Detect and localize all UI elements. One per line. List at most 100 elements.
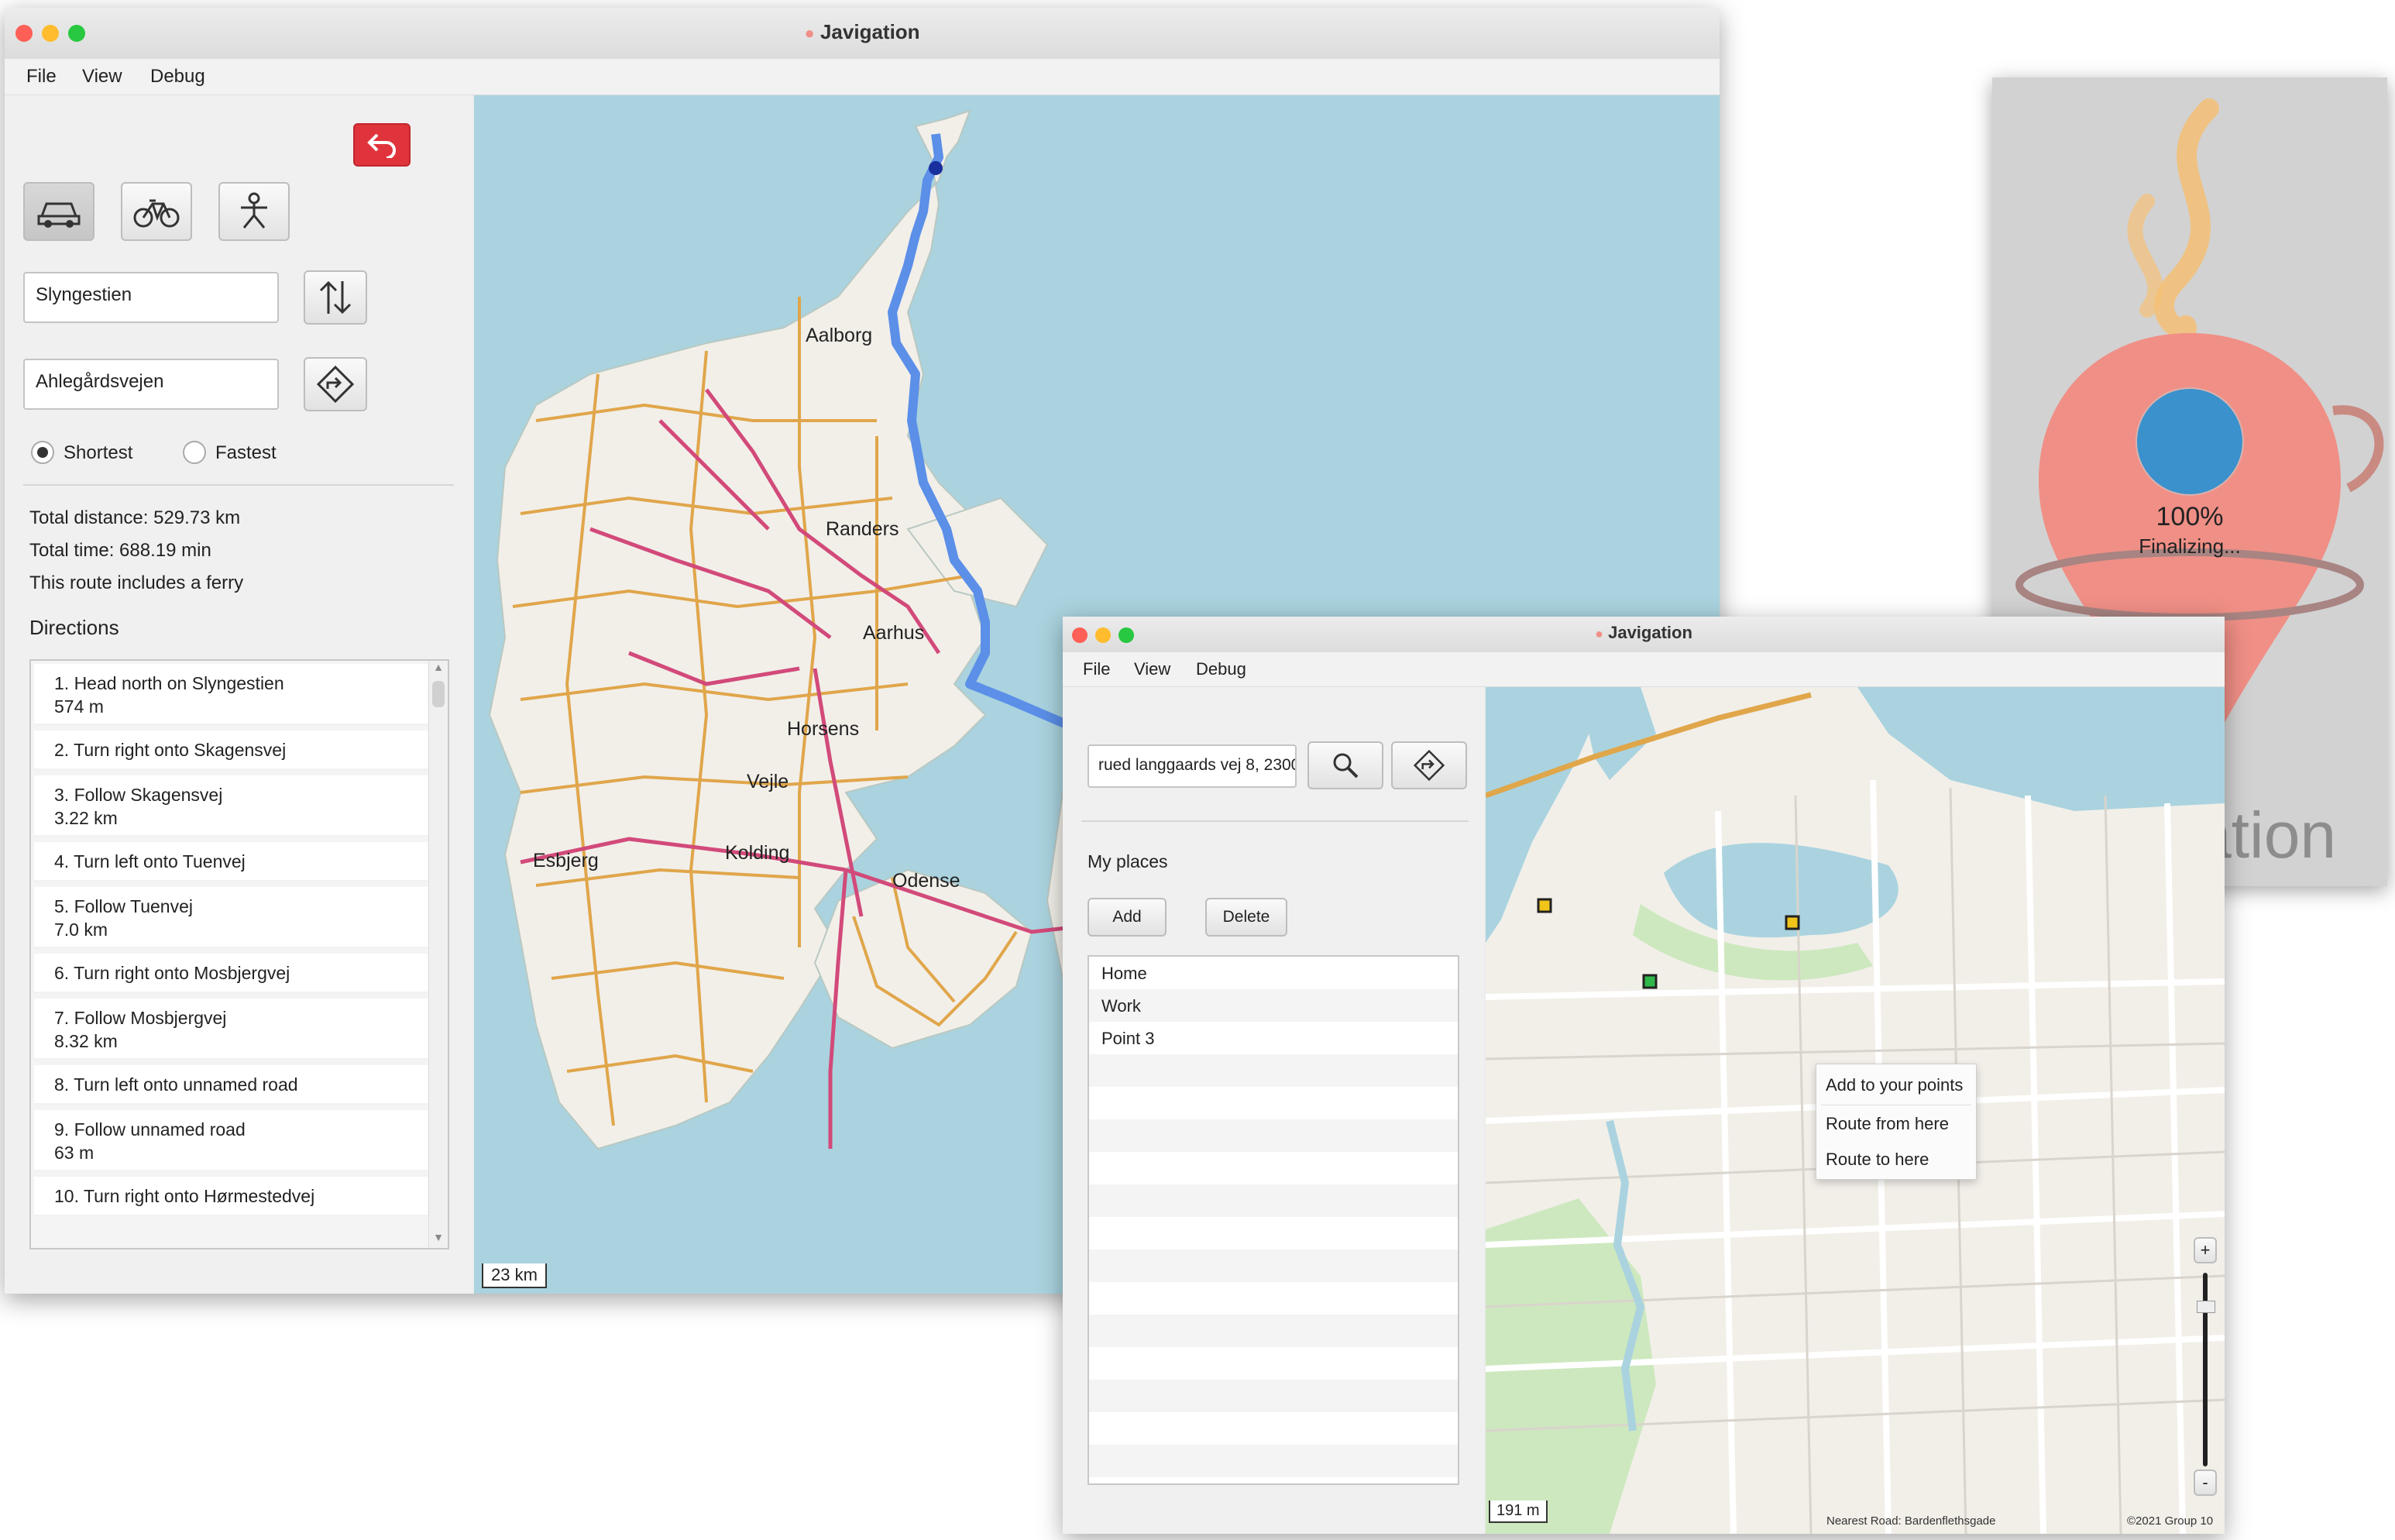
window-title: Javigation (820, 20, 920, 43)
menu-debug[interactable]: Debug (1196, 659, 1246, 679)
search-icon (1333, 753, 1359, 779)
zoom-in-button[interactable]: + (2194, 1237, 2217, 1263)
swap-arrows-icon (319, 280, 352, 315)
delete-place-label: Delete (1222, 908, 1270, 926)
undo-arrow-icon (367, 133, 396, 158)
bay-water (1857, 687, 2225, 811)
menu-file[interactable]: File (1083, 659, 1110, 679)
second-title-bar: ● Javigation (1063, 617, 2225, 653)
zoom-control: + - (2194, 1237, 2217, 1500)
app-pin-icon: ● (1595, 626, 1603, 641)
ferry-notice: This route includes a ferry (29, 572, 244, 593)
scale-bar: 191 m (1489, 1500, 1548, 1523)
origin-input[interactable]: Slyngestien (23, 272, 279, 323)
direction-item[interactable]: 5. Follow Tuenvej 7.0 km (34, 887, 428, 949)
direction-text: 6. Turn right onto Mosbjergvej (54, 963, 290, 983)
places-list[interactable]: Home Work Point 3 (1088, 955, 1459, 1485)
direction-text: 7. Follow Mosbjergvej (54, 1008, 227, 1028)
directions-scrollbar[interactable]: ▲ ▼ (428, 661, 448, 1248)
nearest-road: Nearest Road: Bardenflethsgade (1826, 1514, 1996, 1528)
swap-button[interactable] (304, 270, 367, 325)
back-button[interactable] (353, 123, 411, 167)
route-button[interactable] (1391, 741, 1467, 789)
steam-icon (2153, 98, 2219, 341)
city-label-esbjerg: Esbjerg (533, 850, 599, 871)
search-button[interactable] (1307, 741, 1383, 789)
menu-debug[interactable]: Debug (150, 66, 205, 88)
direction-distance: 7.0 km (54, 920, 108, 940)
shortest-radio[interactable] (31, 441, 54, 464)
route-start-marker (929, 161, 943, 175)
delete-place-button[interactable]: Delete (1205, 898, 1287, 937)
divider (23, 484, 454, 486)
total-distance: Total distance: 529.73 km (29, 507, 241, 528)
car-mode-button[interactable] (23, 182, 94, 241)
point-marker-green (1642, 974, 1658, 989)
car-icon (37, 202, 81, 228)
direction-item[interactable]: 1. Head north on Slyngestien 574 m (34, 664, 428, 726)
direction-item[interactable]: 3. Follow Skagensvej 3.22 km (34, 775, 428, 837)
directions-heading: Directions (29, 616, 119, 639)
divider (1081, 820, 1469, 822)
zoom-slider-thumb[interactable] (2197, 1301, 2215, 1313)
splash-status: Finalizing... (2139, 535, 2241, 558)
address-search-input[interactable]: rued langgaards vej 8, 2300 (1088, 744, 1297, 788)
direction-distance: 63 m (54, 1143, 94, 1163)
window-title: Javigation (1608, 623, 1692, 642)
place-item-home[interactable]: Home (1091, 957, 1456, 989)
direction-text: 9. Follow unnamed road (54, 1119, 246, 1140)
find-route-button[interactable] (304, 357, 367, 411)
direction-text: 2. Turn right onto Skagensvej (54, 740, 287, 760)
direction-item[interactable]: 6. Turn right onto Mosbjergvej (34, 954, 428, 994)
scroll-down-icon[interactable]: ▼ (429, 1231, 448, 1248)
total-time: Total time: 688.19 min (29, 540, 211, 561)
route-sign-icon (317, 366, 354, 403)
direction-item[interactable]: 8. Turn left onto unnamed road (34, 1065, 428, 1105)
place-item-work[interactable]: Work (1091, 989, 1456, 1022)
direction-item[interactable]: 4. Turn left onto Tuenvej (34, 842, 428, 882)
direction-text: 8. Turn left onto unnamed road (54, 1074, 298, 1095)
add-place-button[interactable]: Add (1088, 898, 1167, 937)
scroll-up-icon[interactable]: ▲ (429, 661, 448, 678)
directions-list[interactable]: 1. Head north on Slyngestien 574 m 2. Tur… (29, 659, 449, 1250)
context-add-to-points[interactable]: Add to your points (1816, 1067, 1976, 1103)
city-label-horsens: Horsens (787, 718, 860, 740)
copyright: ©2021 Group 10 (2127, 1514, 2214, 1528)
direction-item[interactable]: 2. Turn right onto Skagensvej (34, 730, 428, 771)
second-window: ● Javigation File View Debug rued langga… (1063, 617, 2225, 1534)
direction-text: 1. Head north on Slyngestien (54, 673, 284, 693)
city-label-aalborg: Aalborg (806, 325, 873, 346)
scale-bar: 23 km (482, 1263, 547, 1288)
radio-dot (37, 447, 48, 458)
menu-file[interactable]: File (26, 66, 57, 88)
context-route-to-here[interactable]: Route to here (1816, 1142, 1976, 1177)
progress-fill (2137, 389, 2242, 494)
second-menu-bar: File View Debug (1063, 652, 2225, 687)
city-label-randers: Randers (826, 518, 899, 540)
app-pin-icon: ● (804, 23, 815, 43)
destination-input[interactable]: Ahlegårdsvejen (23, 359, 279, 410)
direction-distance: 574 m (54, 696, 104, 717)
scrollbar-thumb[interactable] (432, 681, 445, 707)
zoom-out-button[interactable]: - (2194, 1470, 2217, 1496)
main-title-bar: ● Javigation (5, 8, 1720, 60)
direction-text: 3. Follow Skagensvej (54, 785, 223, 805)
shortest-label: Shortest (64, 442, 133, 463)
copenhagen-map[interactable]: Add to your points Route from here Route… (1486, 687, 2225, 1534)
direction-item[interactable]: 9. Follow unnamed road 63 m (34, 1110, 428, 1172)
city-label-aarhus: Aarhus (863, 622, 925, 644)
menu-view[interactable]: View (82, 66, 122, 88)
direction-text: 10. Turn right onto Hørmestedvej (54, 1186, 315, 1206)
place-item-point-3[interactable]: Point 3 (1091, 1022, 1456, 1054)
point-marker-yellow-2 (1785, 915, 1800, 930)
context-route-from-here[interactable]: Route from here (1816, 1106, 1976, 1142)
walk-mode-button[interactable] (218, 182, 290, 241)
bike-mode-button[interactable] (121, 182, 192, 241)
city-label-vejle: Vejle (747, 771, 789, 792)
add-place-label: Add (1112, 908, 1142, 926)
menu-view[interactable]: View (1134, 659, 1170, 679)
fastest-radio[interactable] (183, 441, 206, 464)
route-sign-icon (1414, 750, 1445, 781)
direction-item[interactable]: 10. Turn right onto Hørmestedvej (34, 1177, 428, 1217)
direction-item[interactable]: 7. Follow Mosbjergvej 8.32 km (34, 999, 428, 1060)
